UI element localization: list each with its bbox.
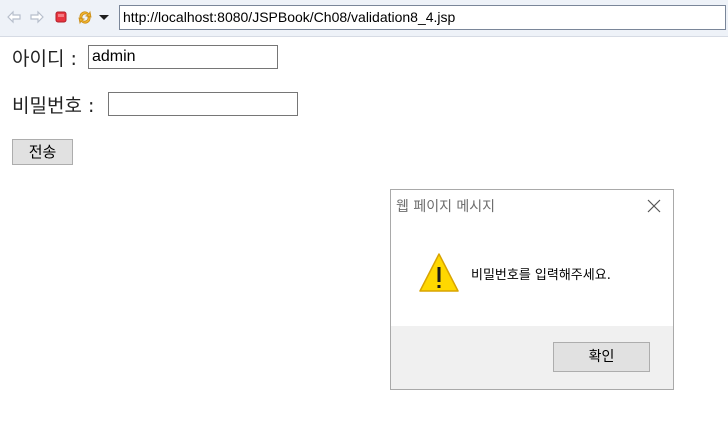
browser-toolbar: http://localhost:8080/JSPBook/Ch08/valid… <box>0 0 728 37</box>
id-input[interactable] <box>88 45 278 69</box>
dialog-message: 비밀번호를 입력해주세요. <box>471 268 611 283</box>
dialog-title: 웹 페이지 메시지 <box>396 199 496 215</box>
back-arrow-icon[interactable] <box>6 9 22 25</box>
dropdown-arrow-icon[interactable] <box>97 9 111 25</box>
refresh-icon[interactable] <box>77 9 93 25</box>
alert-dialog: 웹 페이지 메시지 비밀번호를 입력해주세요. 확인 <box>390 189 674 390</box>
stop-icon[interactable] <box>53 9 69 25</box>
password-input[interactable] <box>108 92 298 116</box>
dialog-footer: 확인 <box>391 326 673 389</box>
password-label: 비밀번호 : <box>12 95 95 117</box>
submit-button[interactable]: 전송 <box>12 139 73 165</box>
warning-icon <box>418 252 460 294</box>
close-icon[interactable] <box>647 198 661 213</box>
id-label: 아이디 : <box>12 48 77 70</box>
ok-button[interactable]: 확인 <box>553 342 650 372</box>
forward-arrow-icon[interactable] <box>29 9 45 25</box>
address-bar[interactable]: http://localhost:8080/JSPBook/Ch08/valid… <box>119 5 726 30</box>
